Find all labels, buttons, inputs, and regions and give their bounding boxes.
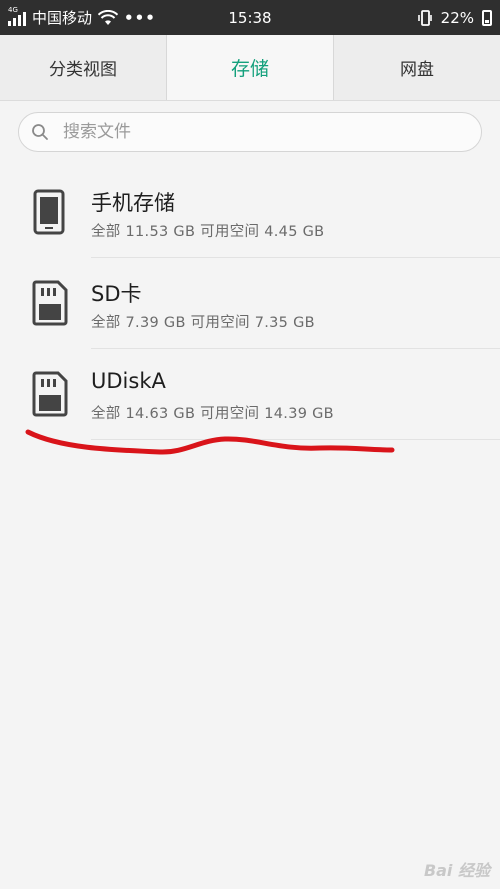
red-underline-annotation	[25, 429, 395, 455]
tab-storage[interactable]: 存储	[167, 35, 334, 100]
sd-card-icon	[32, 280, 68, 326]
tab-bar: 分类视图 存储 网盘	[0, 35, 500, 101]
storage-capacity: 全部 11.53 GB 可用空间 4.45 GB	[91, 224, 325, 240]
storage-name: UDiskA	[91, 369, 166, 393]
clock: 15:38	[228, 8, 272, 27]
tab-cloud-drive[interactable]: 网盘	[334, 35, 500, 100]
storage-name: SD卡	[91, 282, 142, 306]
battery-icon	[482, 9, 492, 26]
sd-card-icon	[32, 371, 68, 417]
search-bar[interactable]	[18, 112, 482, 152]
storage-item-sd-card[interactable]: SD卡 全部 7.39 GB 可用空间 7.35 GB	[0, 258, 500, 349]
storage-item-phone[interactable]: 手机存储 全部 11.53 GB 可用空间 4.45 GB	[0, 167, 500, 258]
tab-category-view[interactable]: 分类视图	[0, 35, 167, 100]
phone-icon	[33, 189, 65, 235]
storage-list: 手机存储 全部 11.53 GB 可用空间 4.45 GB SD卡 全部 7.3…	[0, 167, 500, 440]
battery-percent: 22%	[440, 8, 474, 27]
search-icon	[32, 124, 48, 140]
storage-capacity: 全部 7.39 GB 可用空间 7.35 GB	[91, 315, 315, 331]
watermark: Bai 经验	[423, 861, 490, 880]
status-bar: 4G 中国移动 ••• 15:38 22%	[0, 0, 500, 35]
vibrate-icon	[417, 9, 432, 26]
search-input[interactable]	[61, 121, 445, 143]
storage-name: 手机存储	[91, 191, 175, 215]
